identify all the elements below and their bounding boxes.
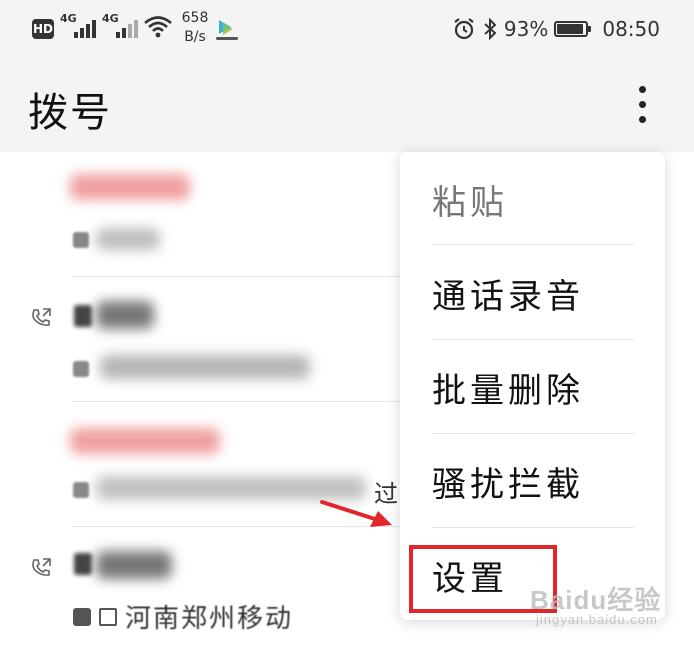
annotation-arrow <box>320 500 392 527</box>
call-log-entry[interactable] <box>0 277 400 402</box>
network-speed: 658 B/s <box>178 9 212 47</box>
sim-card-icon <box>73 607 91 626</box>
app-icon <box>216 20 238 40</box>
outgoing-call-icon <box>32 308 51 326</box>
signal-icon: 4G <box>102 12 138 42</box>
call-detail-blurred <box>96 228 160 250</box>
bluetooth-icon <box>484 17 497 41</box>
speed-unit: B/s <box>184 29 206 45</box>
more-options-button[interactable] <box>622 80 662 130</box>
menu-item-batch-delete[interactable]: 批量删除 <box>400 340 665 434</box>
call-log-entry[interactable] <box>0 152 400 277</box>
wifi-icon <box>144 16 172 38</box>
page-title: 拨号 <box>28 90 112 136</box>
alarm-icon <box>454 18 474 40</box>
call-log-list: 过 <box>0 152 400 647</box>
contact-name-blurred <box>70 174 190 200</box>
hd-call-icon <box>99 607 117 626</box>
contact-name-blurred <box>96 551 172 579</box>
clock-time: 08:50 <box>602 17 660 41</box>
battery-percent: 93% <box>503 17 549 41</box>
signal-icon: 4G <box>60 12 96 42</box>
menu-item-harassment-block[interactable]: 骚扰拦截 <box>400 434 665 528</box>
network-type-label: 4G <box>60 12 77 25</box>
app-bar: 拨号 <box>0 60 694 152</box>
battery-icon <box>554 21 592 37</box>
call-location: 河南郑州移动 <box>125 604 294 634</box>
watermark: Baidu经验 jingyan.baidu.com <box>530 574 680 634</box>
status-right-group: 93% 08:50 <box>452 16 660 42</box>
menu-item-paste[interactable]: 粘贴 <box>400 152 665 246</box>
menu-item-call-recording[interactable]: 通话录音 <box>400 246 665 340</box>
watermark-url: jingyan.baidu.com <box>536 612 658 627</box>
call-location-row: 河南郑州移动 <box>73 598 293 635</box>
speed-value: 658 <box>181 10 209 26</box>
contact-name-blurred <box>96 301 154 329</box>
hd-icon: HD <box>32 19 54 39</box>
contact-name-blurred <box>70 428 220 454</box>
network-type-label: 4G <box>102 12 119 25</box>
outgoing-call-icon <box>32 558 51 576</box>
call-detail-blurred <box>100 355 310 379</box>
status-bar: HD 4G 4G 658 B/s 93% 08:50 <box>0 0 694 60</box>
